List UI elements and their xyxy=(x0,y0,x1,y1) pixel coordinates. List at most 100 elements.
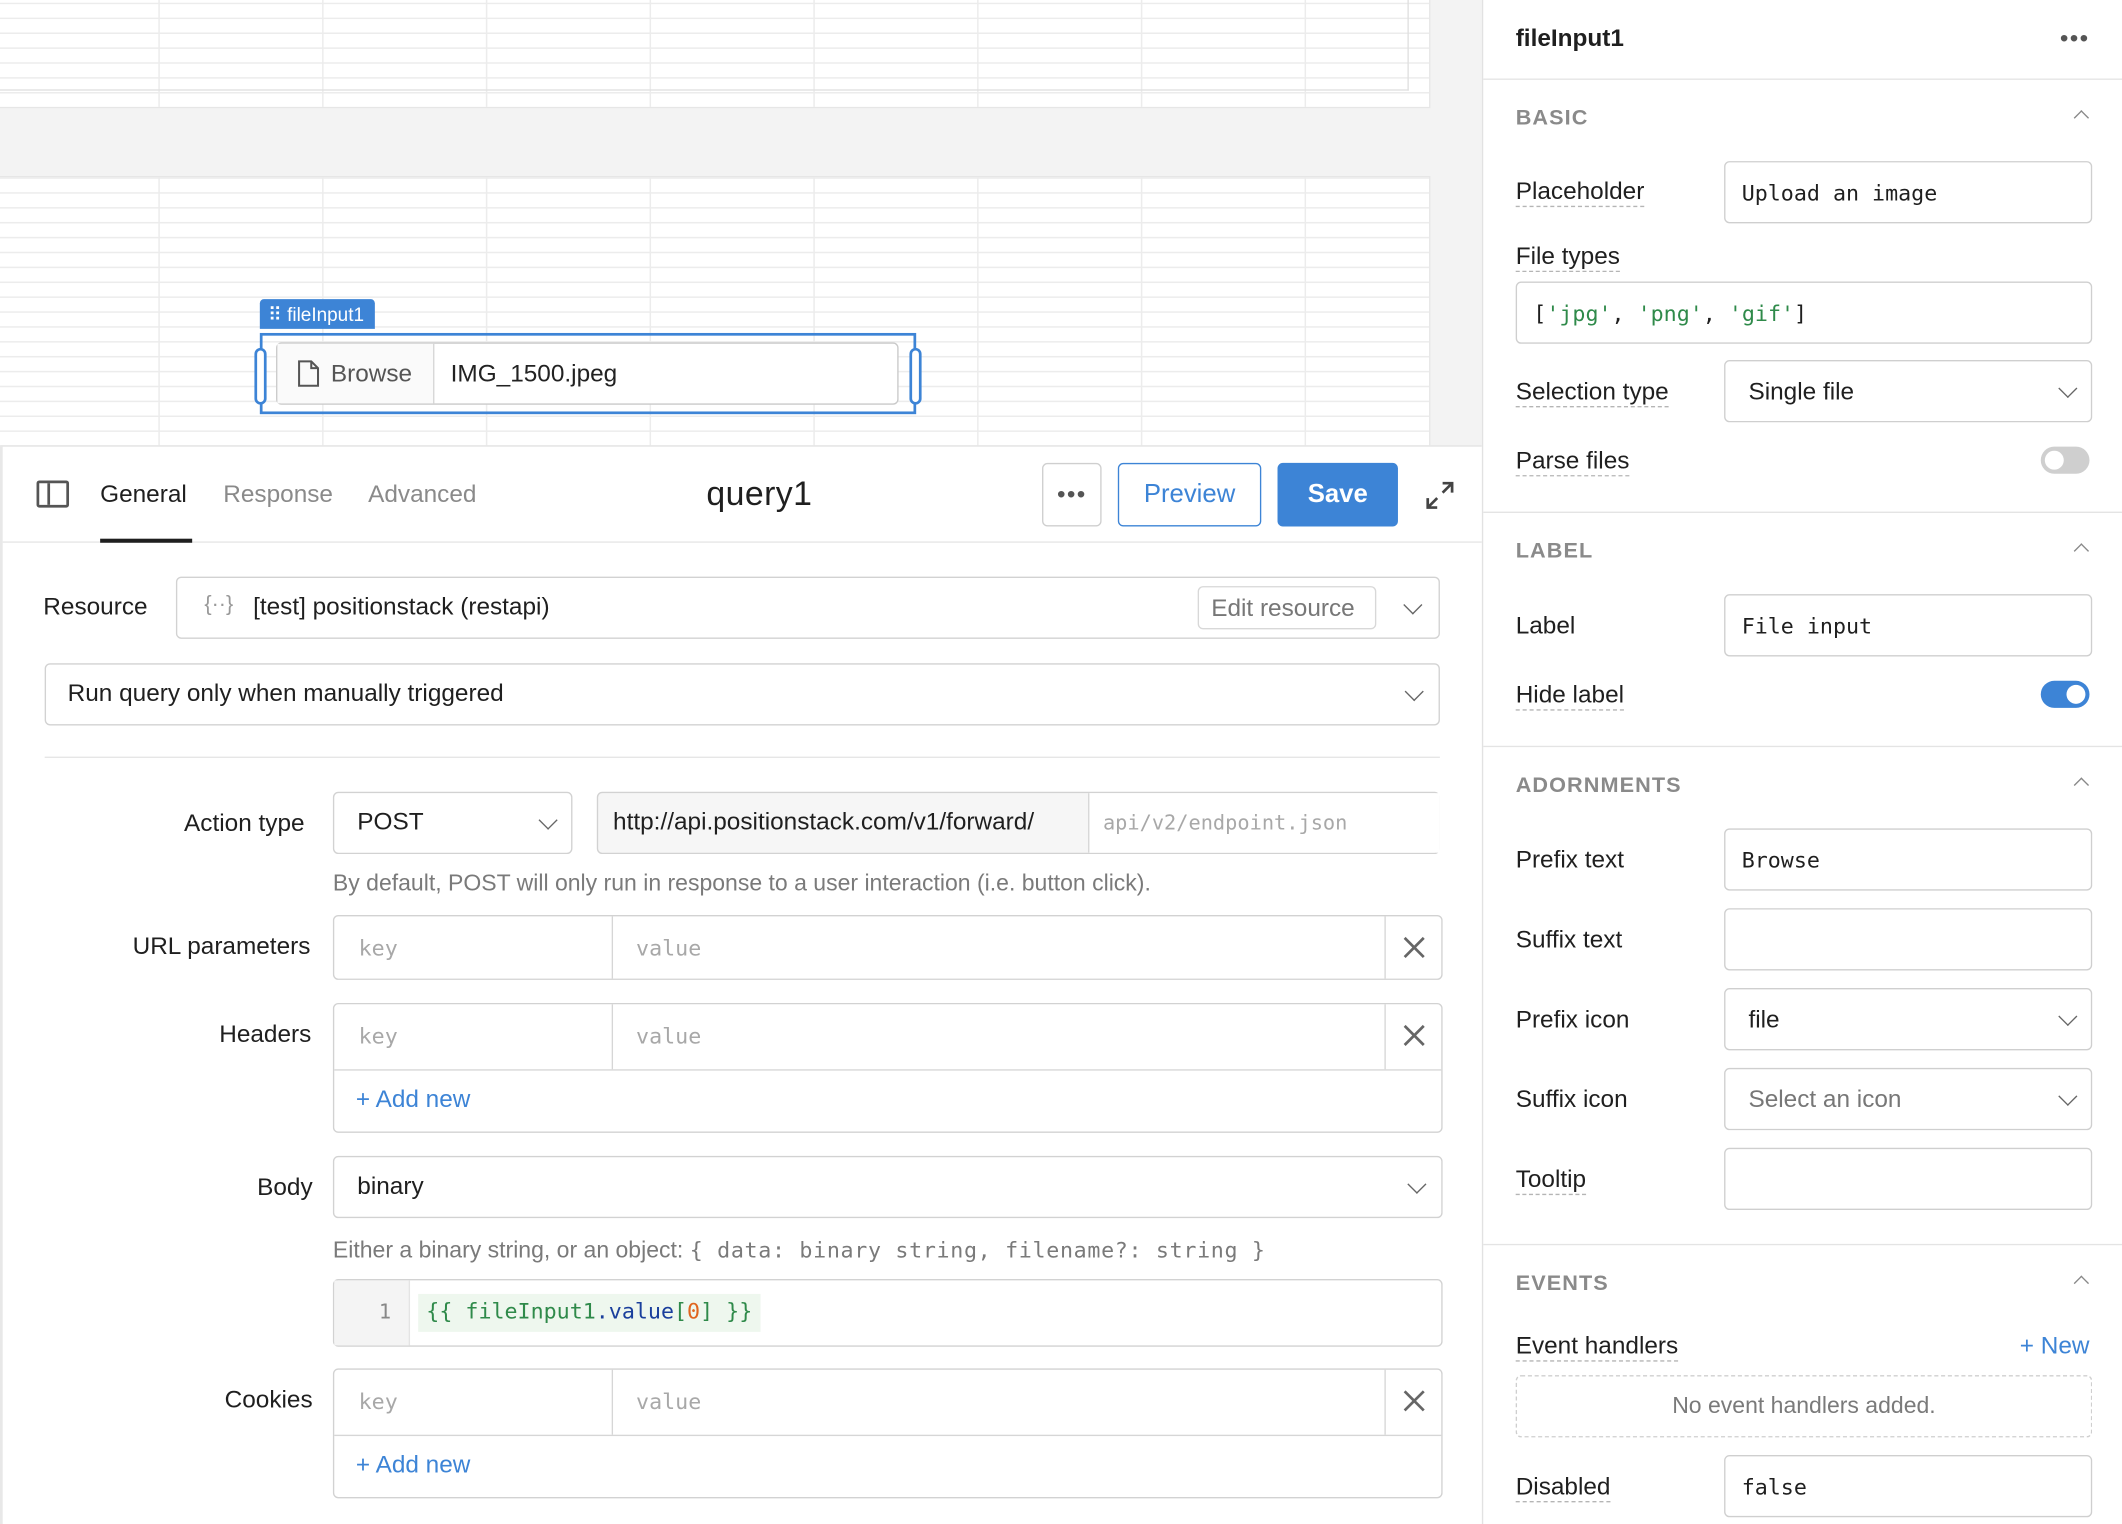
component-tag[interactable]: ⠿ fileInput1 xyxy=(259,299,375,329)
inspector-sidebar: fileInput1 ••• BASIC Placeholder Upload … xyxy=(1481,0,2122,1524)
resize-handle-right[interactable] xyxy=(909,347,922,405)
chevron-up-icon[interactable] xyxy=(2073,1275,2090,1291)
component-tag-label: fileInput1 xyxy=(287,303,365,325)
url-field[interactable]: http://api.positionstack.com/v1/forward/… xyxy=(596,791,1440,855)
file-types-separator: , xyxy=(1702,300,1729,327)
chevron-down-icon xyxy=(538,810,558,830)
more-options-icon[interactable]: ••• xyxy=(2060,24,2090,52)
close-icon[interactable] xyxy=(1403,1390,1425,1412)
body-help-prefix: Either a binary string, or an object: xyxy=(332,1237,690,1263)
disabled-input[interactable]: false xyxy=(1724,1455,2093,1518)
tab-response[interactable]: Response xyxy=(223,480,333,508)
resource-select[interactable]: {··} [test] positionstack (restapi) Edit… xyxy=(175,576,1440,639)
parse-files-toggle[interactable] xyxy=(2040,446,2090,474)
resource-label: Resource xyxy=(43,592,148,620)
section-divider xyxy=(44,756,1440,758)
more-options-button[interactable]: ••• xyxy=(1042,462,1102,527)
headers-label: Headers xyxy=(219,1020,312,1048)
section-divider xyxy=(1483,511,2122,513)
active-tab-indicator xyxy=(100,538,193,543)
cookie-value-input[interactable]: value xyxy=(636,1389,701,1415)
body-label: Body xyxy=(257,1173,313,1201)
body-type-select[interactable]: binary xyxy=(332,1155,1443,1219)
chevron-down-icon xyxy=(1403,595,1423,615)
placeholder-label: Placeholder xyxy=(1515,177,1645,208)
file-input-component[interactable]: Browse IMG_1500.jpeg xyxy=(276,342,899,405)
add-header-button[interactable]: + Add new xyxy=(356,1086,470,1114)
edit-resource-button[interactable]: Edit resource xyxy=(1197,586,1377,630)
cookie-key-input[interactable]: key xyxy=(359,1389,398,1415)
action-type-select[interactable]: POST xyxy=(332,791,573,855)
selection-type-label: Selection type xyxy=(1515,377,1669,408)
file-icon xyxy=(298,360,320,387)
file-types-close: ] xyxy=(1794,300,1808,327)
tooltip-label: Tooltip xyxy=(1515,1165,1587,1196)
file-types-input[interactable]: ['jpg', 'png', 'gif'] xyxy=(1515,281,2093,344)
close-icon[interactable] xyxy=(1403,937,1425,959)
section-label-title[interactable]: LABEL xyxy=(1516,540,1594,564)
file-types-value: ['jpg', 'png', 'gif'] xyxy=(1533,300,1807,326)
cookies-label: Cookies xyxy=(224,1385,313,1414)
url-param-key-input[interactable]: key xyxy=(359,935,398,961)
row-divider xyxy=(334,1434,1442,1437)
expand-icon[interactable] xyxy=(1424,479,1456,511)
url-path-input[interactable]: api/v2/endpoint.json xyxy=(1088,793,1440,853)
body-help-text: Either a binary string, or an object: { … xyxy=(333,1237,1266,1264)
tooltip-input[interactable] xyxy=(1724,1147,2093,1211)
prefix-text-input[interactable]: Browse xyxy=(1724,828,2093,891)
new-event-handler-button[interactable]: + New xyxy=(2020,1332,2090,1360)
trigger-select[interactable]: Run query only when manually triggered xyxy=(44,663,1440,726)
url-param-value-input[interactable]: value xyxy=(636,935,701,961)
url-params-row: key value xyxy=(332,914,1443,980)
query-title[interactable]: query1 xyxy=(706,475,812,514)
file-input-filename: IMG_1500.jpeg xyxy=(450,359,618,387)
section-basic-title[interactable]: BASIC xyxy=(1516,107,1589,131)
table-component-top[interactable] xyxy=(0,0,1431,109)
drag-handle-icon[interactable]: ⠿ xyxy=(268,303,282,325)
save-button[interactable]: Save xyxy=(1277,462,1398,527)
section-events-title[interactable]: EVENTS xyxy=(1516,1272,1609,1296)
file-types-label: File types xyxy=(1515,242,1620,273)
chevron-down-icon xyxy=(2058,1086,2078,1106)
query-editor-panel: General Response Advanced query1 ••• Pre… xyxy=(0,445,1482,1524)
section-adornments-title[interactable]: ADORNMENTS xyxy=(1516,774,1682,798)
chevron-up-icon[interactable] xyxy=(2073,110,2090,126)
edit-resource-label: Edit resource xyxy=(1211,594,1355,622)
chevron-down-icon xyxy=(1407,1174,1427,1194)
panel-toggle-icon[interactable] xyxy=(36,480,70,508)
selection-type-select[interactable]: Single file xyxy=(1724,360,2093,423)
resize-handle-left[interactable] xyxy=(254,347,267,405)
query-header: General Response Advanced query1 ••• Pre… xyxy=(2,447,1482,543)
body-code-editor[interactable]: 1 {{ fileInput1.value[0] }} xyxy=(332,1279,1443,1347)
chevron-up-icon[interactable] xyxy=(2073,777,2090,793)
label-field-label: Label xyxy=(1515,611,1576,639)
add-cookie-button[interactable]: + Add new xyxy=(356,1451,470,1479)
inspector-title[interactable]: fileInput1 xyxy=(1516,24,1624,52)
header-key-input[interactable]: key xyxy=(359,1023,398,1049)
preview-button[interactable]: Preview xyxy=(1117,462,1262,527)
placeholder-input[interactable]: Upload an image xyxy=(1724,161,2093,224)
hide-label-label: Hide label xyxy=(1515,680,1625,711)
file-input-browse[interactable]: Browse xyxy=(277,343,435,404)
code-close: }} xyxy=(713,1298,753,1324)
chevron-down-icon xyxy=(1404,682,1424,702)
prefix-icon-value: file xyxy=(1748,1005,1780,1033)
tab-general[interactable]: General xyxy=(100,480,187,508)
close-icon[interactable] xyxy=(1403,1025,1425,1047)
hide-label-toggle[interactable] xyxy=(2040,680,2090,708)
prefix-icon-select[interactable]: file xyxy=(1724,988,2093,1051)
chevron-up-icon[interactable] xyxy=(2073,543,2090,559)
column-divider xyxy=(611,1369,614,1435)
section-divider xyxy=(1483,1243,2122,1246)
suffix-text-input[interactable] xyxy=(1724,908,2093,971)
parse-files-label: Parse files xyxy=(1515,446,1629,477)
tab-advanced[interactable]: Advanced xyxy=(368,480,476,508)
disabled-placeholder: false xyxy=(1741,1473,1807,1500)
column-divider xyxy=(1384,1369,1386,1435)
label-input[interactable]: File input xyxy=(1724,594,2093,657)
header-value-input[interactable]: value xyxy=(636,1023,701,1049)
code-line: {{ fileInput1.value[0] }} xyxy=(418,1293,761,1332)
resource-value: [test] positionstack (restapi) xyxy=(253,592,550,620)
suffix-icon-label: Suffix icon xyxy=(1515,1085,1628,1113)
suffix-icon-select[interactable]: Select an icon xyxy=(1724,1067,2093,1131)
